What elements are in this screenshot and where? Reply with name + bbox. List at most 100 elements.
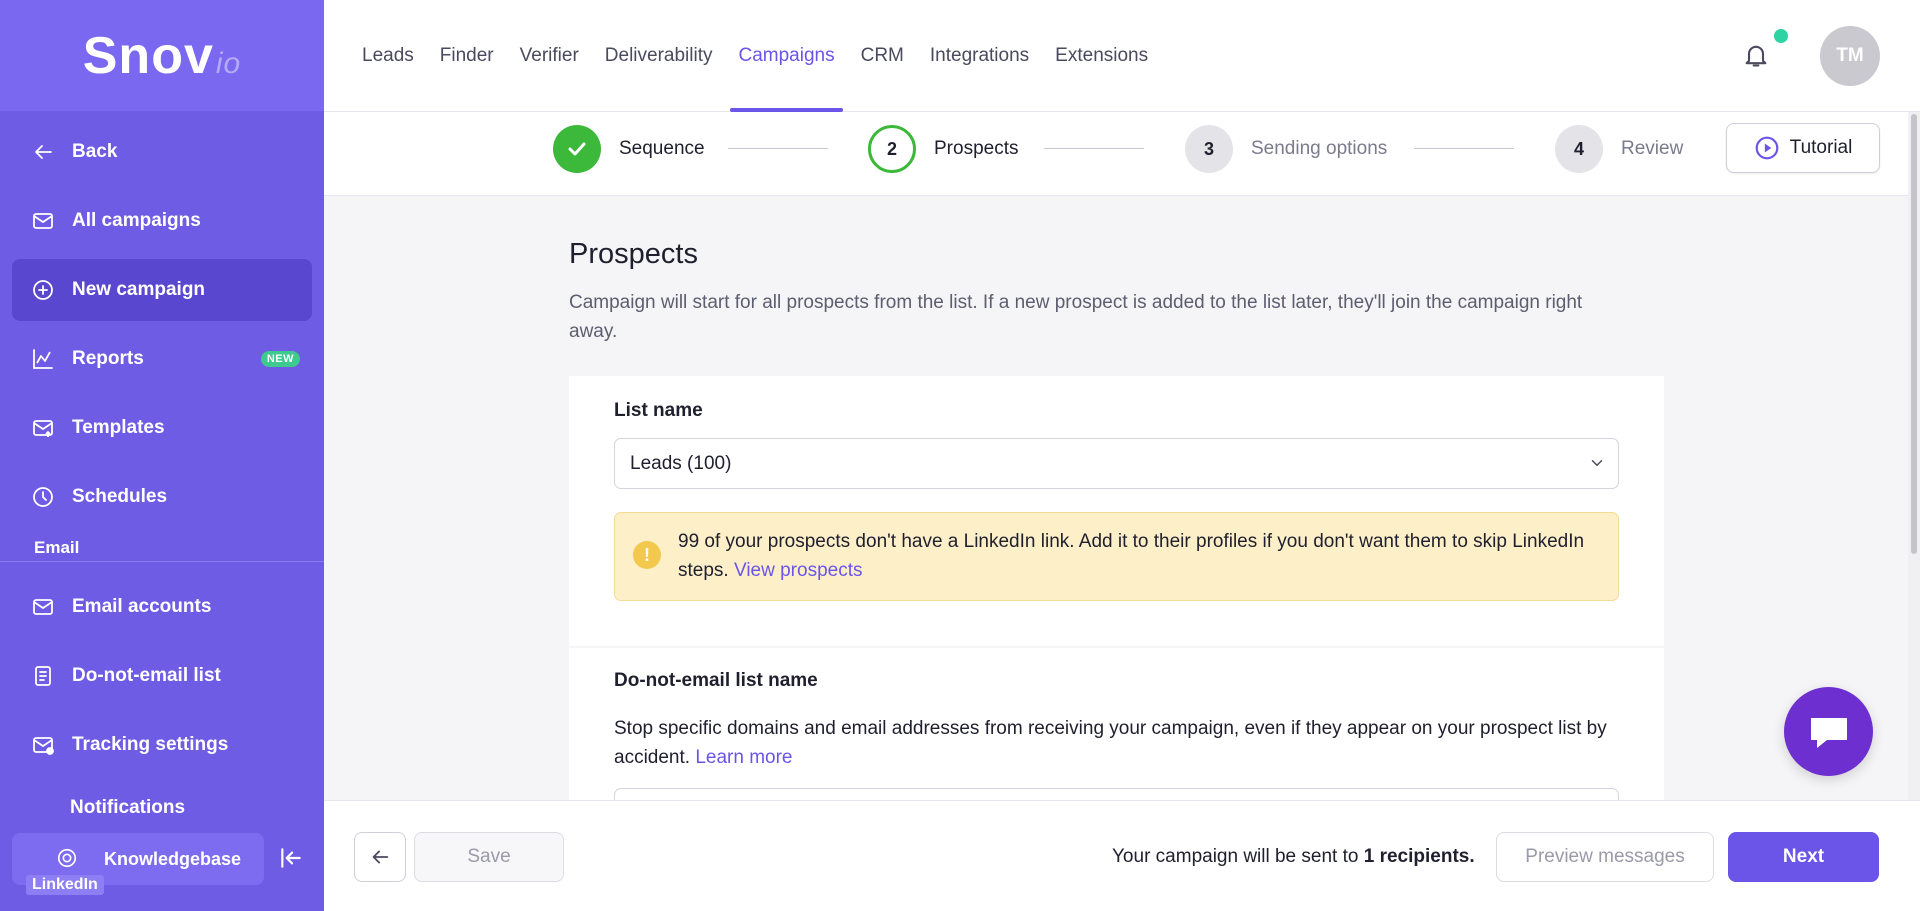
learn-more-link[interactable]: Learn more	[695, 747, 792, 768]
sidebar-item-label: Do-not-email list	[72, 665, 221, 686]
topnav-campaigns[interactable]: Campaigns	[730, 0, 843, 112]
arrow-left-icon	[30, 139, 56, 165]
list-name-select[interactable]: Leads (100)	[614, 438, 1619, 489]
list-name-card: List name Leads (100) ! 99 of your prosp…	[569, 376, 1664, 646]
arrow-left-icon	[372, 850, 389, 864]
step-prospects[interactable]: 2 Prospects	[868, 124, 1018, 174]
scrollbar-thumb[interactable]	[1911, 114, 1917, 554]
bell-icon[interactable]	[1742, 40, 1770, 70]
view-prospects-link[interactable]: View prospects	[734, 560, 863, 581]
topnav-extensions[interactable]: Extensions	[1055, 0, 1148, 112]
preview-messages-button[interactable]: Preview messages	[1496, 832, 1714, 882]
page-description: Campaign will start for all prospects fr…	[569, 292, 1583, 342]
sidebar-item-label: Email accounts	[72, 596, 212, 617]
sidebar-item-label: Reports	[72, 348, 144, 369]
step-connector	[1044, 148, 1144, 149]
divider	[0, 561, 324, 562]
sidebar-section-email: Email	[34, 538, 80, 557]
sidebar-item-reports[interactable]: Reports NEW	[12, 328, 312, 390]
step-label: Prospects	[934, 138, 1019, 159]
save-button[interactable]: Save	[414, 832, 564, 882]
sidebar-item-label: Tracking settings	[72, 734, 229, 755]
sidebar-item-notifications[interactable]: Notifications	[70, 797, 185, 819]
sidebar-nav: Back All campaigns New campaign Reports …	[0, 111, 324, 776]
sidebar-item-new-campaign[interactable]: New campaign	[12, 259, 312, 321]
avatar[interactable]: TM	[1820, 26, 1880, 86]
logo-text: Snov	[82, 26, 214, 85]
list-name-label: List name	[614, 400, 703, 421]
envelope-icon	[30, 208, 56, 234]
back-button[interactable]	[354, 832, 406, 882]
linkedin-tag: LinkedIn	[26, 875, 104, 895]
topnav-leads[interactable]: Leads	[362, 0, 414, 112]
step-number: 4	[1555, 125, 1603, 173]
scrollbar[interactable]	[1908, 112, 1920, 800]
sidebar-item-label: New campaign	[72, 279, 206, 300]
knowledgebase-label: Knowledgebase	[104, 848, 242, 869]
step-label: Sequence	[619, 138, 705, 159]
page-title: Prospects	[569, 238, 698, 270]
tutorial-button[interactable]: Tutorial	[1726, 123, 1880, 173]
sidebar-item-schedules[interactable]: Schedules	[12, 466, 312, 528]
step-connector	[1414, 148, 1514, 149]
logo[interactable]: Snovio	[83, 26, 242, 86]
step-sending-options[interactable]: 3 Sending options	[1185, 124, 1387, 174]
logo-suffix: io	[215, 46, 242, 80]
step-number: 2	[868, 125, 916, 173]
sidebar-item-all-campaigns[interactable]: All campaigns	[12, 190, 312, 252]
sidebar-item-label: All campaigns	[72, 210, 201, 231]
linkedin-warning: ! 99 of your prospects don't have a Link…	[614, 512, 1619, 601]
recipients-summary: Your campaign will be sent to 1 recipien…	[1112, 846, 1475, 868]
template-icon	[30, 415, 56, 441]
topnav-finder[interactable]: Finder	[440, 0, 494, 112]
topnav-deliverability[interactable]: Deliverability	[605, 0, 713, 112]
next-button[interactable]: Next	[1728, 832, 1879, 882]
campaign-stepper: Sequence 2 Prospects 3 Sending options 4…	[324, 112, 1920, 196]
sidebar-item-back[interactable]: Back	[12, 121, 312, 183]
step-label: Sending options	[1251, 138, 1388, 159]
check-icon	[553, 125, 601, 173]
tutorial-label: Tutorial	[1789, 137, 1853, 158]
envelope-icon	[30, 594, 56, 620]
step-sequence[interactable]: Sequence	[553, 124, 705, 174]
top-nav: Leads Finder Verifier Deliverability Cam…	[362, 0, 1174, 112]
envelope-dot-icon	[30, 732, 56, 758]
plus-circle-icon	[30, 277, 56, 303]
recipients-count: 1 recipients.	[1363, 846, 1475, 867]
new-badge: NEW	[260, 351, 300, 367]
step-review[interactable]: 4 Review	[1555, 124, 1683, 174]
sidebar: Snovio Back All campaigns New campaign R…	[0, 0, 324, 911]
chat-icon	[1810, 717, 1847, 748]
warning-icon: !	[633, 541, 661, 569]
topnav-verifier[interactable]: Verifier	[520, 0, 579, 112]
step-number: 3	[1185, 125, 1233, 173]
dne-description: Stop specific domains and email addresse…	[614, 714, 1619, 772]
chevron-down-icon	[1588, 454, 1606, 472]
step-label: Review	[1621, 138, 1684, 159]
sidebar-item-do-not-email-list[interactable]: Do-not-email list	[12, 645, 312, 707]
sidebar-item-email-accounts[interactable]: Email accounts	[12, 576, 312, 638]
document-icon	[30, 663, 56, 689]
knowledgebase-icon	[56, 847, 78, 874]
sidebar-footer: Notifications Knowledgebase LinkedIn	[0, 797, 324, 911]
sidebar-item-tracking-settings[interactable]: Tracking settings	[12, 714, 312, 776]
sidebar-item-templates[interactable]: Templates	[12, 397, 312, 459]
collapse-sidebar-icon[interactable]	[278, 845, 306, 873]
logo-area: Snovio	[0, 0, 324, 111]
sidebar-item-label: Templates	[72, 417, 165, 438]
chart-icon	[30, 346, 56, 372]
warning-text: 99 of your prospects don't have a Linked…	[678, 527, 1598, 585]
play-circle-icon	[1754, 135, 1780, 161]
notification-dot	[1772, 27, 1790, 45]
clock-icon	[30, 484, 56, 510]
step-connector	[728, 148, 828, 149]
dne-label: Do-not-email list name	[614, 670, 818, 691]
list-name-value: Leads (100)	[630, 452, 732, 474]
sidebar-item-label: Schedules	[72, 486, 168, 507]
footer-bar: Save Your campaign will be sent to 1 rec…	[324, 800, 1920, 911]
top-header: Leads Finder Verifier Deliverability Cam…	[324, 0, 1920, 112]
topnav-integrations[interactable]: Integrations	[930, 0, 1029, 112]
chat-button[interactable]	[1784, 687, 1873, 776]
sidebar-item-label: Back	[72, 141, 118, 162]
topnav-crm[interactable]: CRM	[861, 0, 904, 112]
